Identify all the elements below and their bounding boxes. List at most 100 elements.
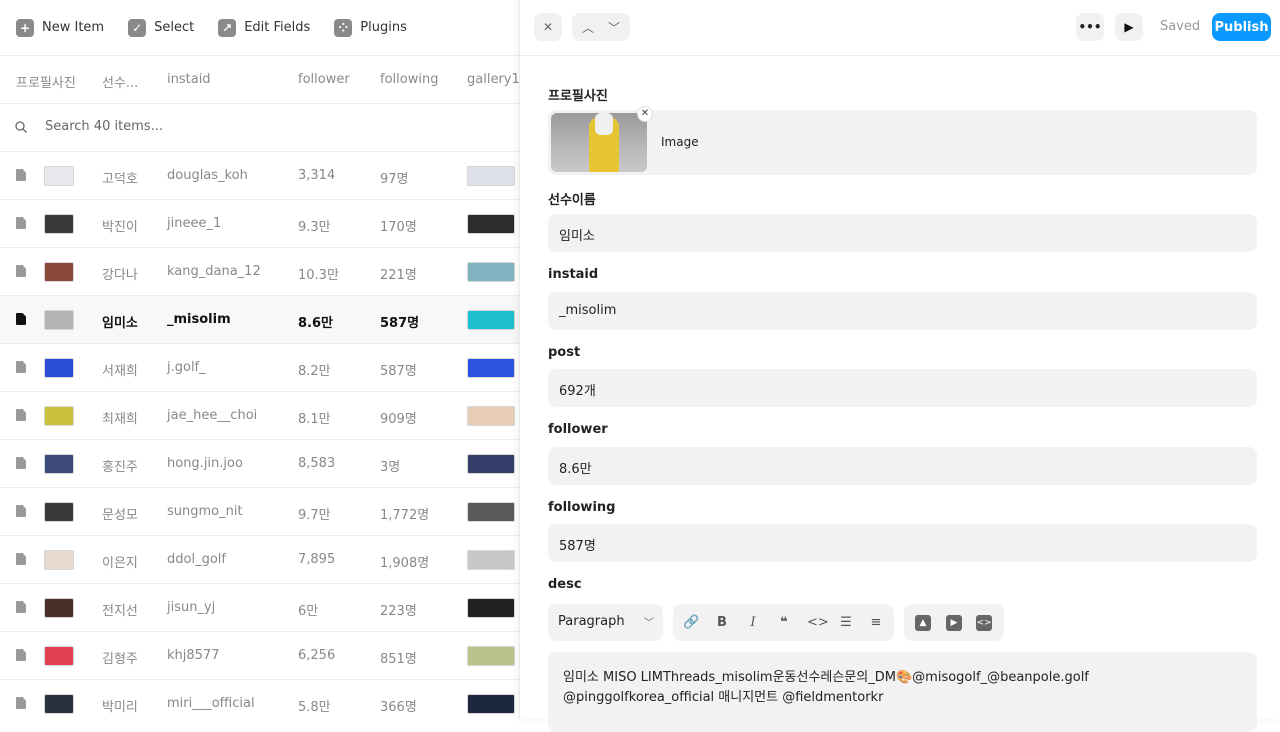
column-header-profile[interactable]: 프로필사진 bbox=[16, 72, 76, 91]
paragraph-label: Paragraph bbox=[558, 614, 625, 629]
detail-panel: ✕ ︿ ﹀ ••• ▶ Saved Publish 프로필사진 ✕ Image … bbox=[519, 0, 1280, 732]
select-button[interactable]: ✓ Select bbox=[128, 18, 195, 37]
profile-thumbnail bbox=[44, 310, 74, 330]
table-row[interactable]: 강다나 kang_dana_12 10.3만 221명 bbox=[0, 248, 519, 296]
plugins-button[interactable]: ⁘ Plugins bbox=[334, 18, 407, 37]
chevron-down-icon[interactable]: ﹀ bbox=[608, 19, 620, 36]
play-icon: ▶ bbox=[1124, 20, 1134, 34]
plugins-icon: ⁘ bbox=[334, 18, 353, 37]
row-instaid: jineee_1 bbox=[167, 216, 222, 231]
instaid-field[interactable]: _misolim bbox=[548, 292, 1257, 330]
gallery-thumbnail bbox=[467, 406, 515, 426]
row-follower: 6,256 bbox=[298, 648, 336, 663]
table-row[interactable]: 홍진주 hong.jin.joo 8,583 3명 bbox=[0, 440, 519, 488]
row-follower: 8.2만 bbox=[298, 364, 331, 379]
document-icon bbox=[16, 265, 26, 277]
post-field-label: post bbox=[548, 345, 581, 360]
following-field[interactable]: 587명 bbox=[548, 524, 1257, 562]
row-follower: 8.6만 bbox=[298, 316, 333, 331]
checkbox-icon: ✓ bbox=[128, 18, 147, 37]
table-row[interactable]: 서재희 j.golf_ 8.2만 587명 bbox=[0, 344, 519, 392]
column-header-name[interactable]: 선수... bbox=[102, 72, 138, 91]
table-row[interactable]: 박진이 jineee_1 9.3만 170명 bbox=[0, 200, 519, 248]
close-button[interactable]: ✕ bbox=[534, 13, 562, 41]
table-row[interactable]: 문성모 sungmo_nit 9.7만 1,772명 bbox=[0, 488, 519, 536]
table-row[interactable]: 최재희 jae_hee__choi 8.1만 909명 bbox=[0, 392, 519, 440]
column-header-following[interactable]: following bbox=[380, 72, 438, 87]
code-icon[interactable]: <> bbox=[807, 615, 829, 631]
gallery-thumbnail bbox=[467, 310, 515, 330]
row-follower: 8,583 bbox=[298, 456, 336, 471]
document-icon bbox=[16, 361, 26, 373]
publish-button[interactable]: Publish bbox=[1212, 13, 1271, 41]
row-instaid: hong.jin.joo bbox=[167, 456, 243, 471]
column-header-instaid[interactable]: instaid bbox=[167, 72, 211, 87]
profile-thumbnail bbox=[44, 406, 74, 426]
row-following: 851명 bbox=[380, 652, 417, 667]
post-field[interactable]: 692개 bbox=[548, 369, 1257, 407]
table-row[interactable]: 이은지 ddol_golf 7,895 1,908명 bbox=[0, 536, 519, 584]
search-bar[interactable]: Search 40 items... bbox=[0, 104, 519, 152]
new-item-button[interactable]: + New Item bbox=[16, 18, 104, 37]
row-follower: 3,314 bbox=[298, 168, 336, 183]
embed-icon[interactable]: <> bbox=[976, 615, 992, 631]
image-icon[interactable]: ▲ bbox=[915, 615, 931, 631]
row-following: 170명 bbox=[380, 220, 417, 235]
table-row[interactable]: 전지선 jisun_yj 6만 223명 bbox=[0, 584, 519, 632]
italic-icon[interactable]: I bbox=[745, 615, 761, 631]
row-following: 97명 bbox=[380, 172, 409, 187]
row-follower: 9.7만 bbox=[298, 508, 331, 523]
chevron-up-icon[interactable]: ︿ bbox=[582, 19, 594, 36]
preview-button[interactable]: ▶ bbox=[1115, 13, 1143, 41]
profile-image-thumbnail bbox=[551, 113, 647, 172]
edit-fields-label: Edit Fields bbox=[244, 20, 311, 35]
profile-thumbnail bbox=[44, 550, 74, 570]
image-label: Image bbox=[661, 135, 699, 149]
document-icon bbox=[16, 601, 26, 613]
gallery-thumbnail bbox=[467, 502, 515, 522]
row-instaid: douglas_koh bbox=[167, 168, 248, 183]
name-field[interactable]: 임미소 bbox=[548, 214, 1257, 252]
gallery-thumbnail bbox=[467, 262, 515, 282]
table-row[interactable]: 김형주 khj8577 6,256 851명 bbox=[0, 632, 519, 680]
row-following: 223명 bbox=[380, 604, 417, 619]
table-row[interactable]: 박미리 miri___official 5.8만 366명 bbox=[0, 680, 519, 719]
profile-image-field[interactable]: ✕ Image bbox=[548, 106, 1257, 175]
row-instaid: sungmo_nit bbox=[167, 504, 243, 519]
row-follower: 8.1만 bbox=[298, 412, 331, 427]
quote-icon[interactable]: ❝ bbox=[776, 615, 792, 631]
remove-image-icon[interactable]: ✕ bbox=[637, 106, 653, 122]
column-header-follower[interactable]: follower bbox=[298, 72, 350, 87]
numbered-list-icon[interactable]: ≡ bbox=[868, 615, 884, 631]
column-header-gallery1[interactable]: gallery1 bbox=[467, 72, 519, 87]
row-name: 서재희 bbox=[102, 364, 138, 379]
profile-thumbnail bbox=[44, 502, 74, 522]
ellipsis-icon: ••• bbox=[1078, 20, 1102, 34]
profile-thumbnail bbox=[44, 262, 74, 282]
more-button[interactable]: ••• bbox=[1076, 13, 1104, 41]
edit-fields-button[interactable]: ↗ Edit Fields bbox=[218, 18, 311, 37]
row-following: 909명 bbox=[380, 412, 417, 427]
follower-field-label: follower bbox=[548, 422, 608, 437]
row-name: 홍진주 bbox=[102, 460, 138, 475]
document-icon bbox=[16, 217, 26, 229]
video-icon[interactable]: ▶ bbox=[946, 615, 962, 631]
bullet-list-icon[interactable]: ☰ bbox=[838, 615, 854, 631]
close-icon: ✕ bbox=[542, 20, 554, 34]
desc-editor[interactable]: 임미소 MISO LIMThreads_misolim운동선수레슨문의_DM🎨@… bbox=[548, 652, 1257, 732]
table-row[interactable]: 임미소 _misolim 8.6만 587명 bbox=[0, 296, 519, 344]
document-icon bbox=[16, 697, 26, 709]
bold-icon[interactable]: B bbox=[714, 615, 730, 631]
paragraph-style-select[interactable]: Paragraph ﹀ bbox=[548, 604, 663, 641]
table-row[interactable]: 고덕호 douglas_koh 3,314 97명 bbox=[0, 152, 519, 200]
select-label: Select bbox=[154, 20, 195, 35]
link-icon[interactable]: 🔗 bbox=[683, 615, 699, 631]
row-name: 최재희 bbox=[102, 412, 138, 427]
gallery-thumbnail bbox=[467, 694, 515, 714]
collection-panel: + New Item ✓ Select ↗ Edit Fields ⁘ Plug… bbox=[0, 0, 519, 719]
profile-thumbnail bbox=[44, 598, 74, 618]
follower-field[interactable]: 8.6만 bbox=[548, 447, 1257, 485]
document-icon bbox=[16, 457, 26, 469]
search-input[interactable]: Search 40 items... bbox=[45, 119, 163, 134]
toolbar: + New Item ✓ Select ↗ Edit Fields ⁘ Plug… bbox=[0, 0, 519, 56]
